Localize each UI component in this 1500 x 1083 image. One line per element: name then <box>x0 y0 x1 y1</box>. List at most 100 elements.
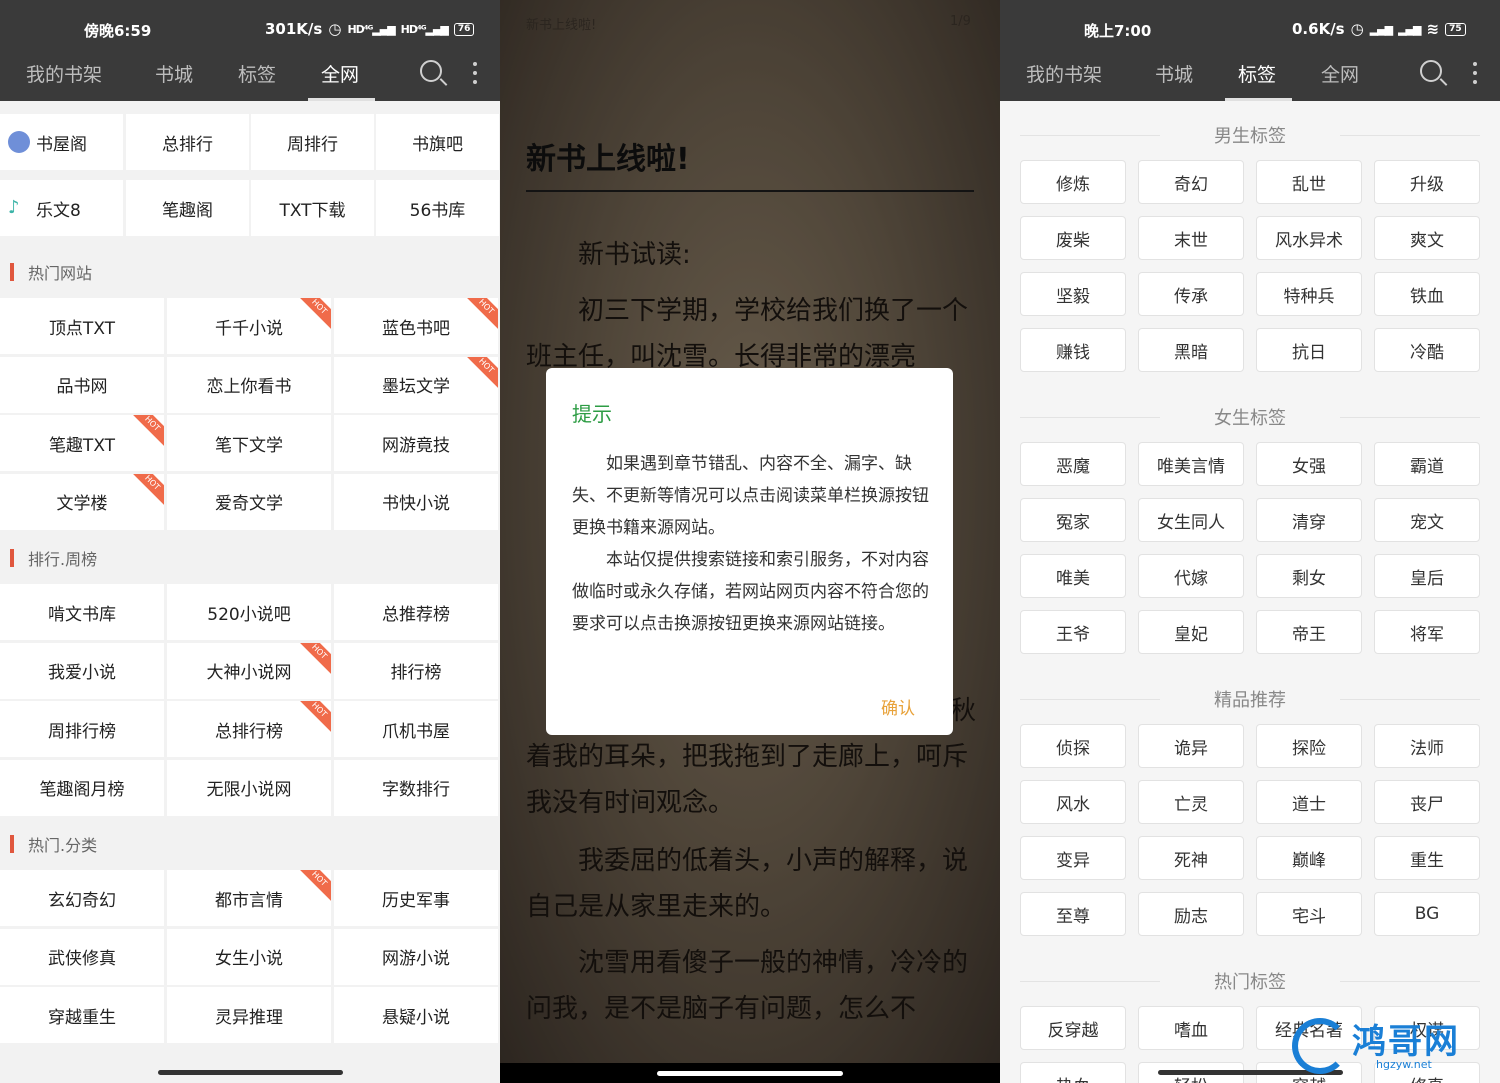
site-cell[interactable]: 我爱小说 <box>0 642 164 699</box>
site-cell[interactable]: 玄幻奇幻 <box>0 870 164 926</box>
tag-chip[interactable]: 丧尸 <box>1374 780 1480 824</box>
site-cell[interactable]: 悬疑小说 <box>334 987 498 1043</box>
tag-chip[interactable]: 冤家 <box>1020 498 1126 542</box>
tag-chip[interactable]: 霸道 <box>1374 442 1480 486</box>
site-cell[interactable]: 网游竟技 <box>334 415 498 471</box>
site-cell[interactable]: 爱奇文学 <box>167 473 331 530</box>
site-cell[interactable]: 周排行榜 <box>0 701 164 757</box>
tab-bookstore[interactable]: 书城 <box>1155 60 1193 87</box>
site-cell[interactable]: 无限小说网 <box>167 759 331 816</box>
site-cell[interactable]: 啃文书库 <box>0 584 164 640</box>
site-1[interactable]: 总排行 <box>126 114 249 170</box>
more-icon[interactable] <box>473 62 477 89</box>
tag-chip[interactable]: 赚钱 <box>1020 328 1126 372</box>
tag-chip[interactable]: 升级 <box>1374 160 1480 204</box>
site-cell[interactable]: 520小说吧 <box>167 584 331 640</box>
site-3[interactable]: 书旗吧 <box>376 114 499 170</box>
site-cell[interactable]: 品书网 <box>0 356 164 413</box>
tag-chip[interactable]: 王爷 <box>1020 610 1126 654</box>
site-4[interactable]: ♪ 乐文8 <box>0 180 123 236</box>
tag-chip[interactable]: 法师 <box>1374 724 1480 768</box>
site-0[interactable]: 书屋阁 <box>0 114 123 170</box>
tag-chip[interactable]: 抗日 <box>1256 328 1362 372</box>
tag-chip[interactable]: 女强 <box>1256 442 1362 486</box>
site-cell[interactable]: 书快小说 <box>334 473 498 530</box>
tag-chip[interactable]: 亡灵 <box>1138 780 1244 824</box>
tag-chip[interactable]: 宠文 <box>1374 498 1480 542</box>
tag-chip[interactable]: 宅斗 <box>1256 892 1362 936</box>
search-icon[interactable] <box>420 60 442 82</box>
site-cell[interactable]: 笔趣阁月榜 <box>0 759 164 816</box>
tag-chip[interactable]: 帝王 <box>1256 610 1362 654</box>
tag-chip[interactable]: 励志 <box>1138 892 1244 936</box>
site-cell[interactable]: 墨坛文学 HOT <box>334 356 498 413</box>
tag-chip[interactable]: 传承 <box>1138 272 1244 316</box>
tag-chip[interactable]: 末世 <box>1138 216 1244 260</box>
site-cell[interactable]: 蓝色书吧 HOT <box>334 298 498 354</box>
tag-chip[interactable]: 冷酷 <box>1374 328 1480 372</box>
site-cell[interactable]: 大神小说网 HOT <box>167 642 331 699</box>
more-icon[interactable] <box>1473 62 1477 89</box>
site-2[interactable]: 周排行 <box>251 114 374 170</box>
site-cell[interactable]: 网游小说 <box>334 928 498 985</box>
site-cell[interactable]: 爪机书屋 <box>334 701 498 757</box>
site-cell[interactable]: 笔趣TXT HOT <box>0 415 164 471</box>
site-cell[interactable]: 顶点TXT <box>0 298 164 354</box>
tag-chip[interactable]: 乱世 <box>1256 160 1362 204</box>
site-cell[interactable]: 总推荐榜 <box>334 584 498 640</box>
tag-chip[interactable]: 女生同人 <box>1138 498 1244 542</box>
site-cell[interactable]: 总排行榜 HOT <box>167 701 331 757</box>
site-cell[interactable]: 千千小说 HOT <box>167 298 331 354</box>
tab-all-web[interactable]: 全网 <box>321 60 359 87</box>
tag-chip[interactable]: 风水 <box>1020 780 1126 824</box>
tab-bookstore[interactable]: 书城 <box>155 60 193 87</box>
tag-chip[interactable]: 清穿 <box>1256 498 1362 542</box>
tag-chip[interactable]: 探险 <box>1256 724 1362 768</box>
site-cell[interactable]: 都市言情 HOT <box>167 870 331 926</box>
tag-chip[interactable]: 坚毅 <box>1020 272 1126 316</box>
site-cell[interactable]: 穿越重生 <box>0 987 164 1043</box>
tag-chip[interactable]: 道士 <box>1256 780 1362 824</box>
tag-chip[interactable]: 黑暗 <box>1138 328 1244 372</box>
tag-chip[interactable]: 至尊 <box>1020 892 1126 936</box>
tag-chip[interactable]: 代嫁 <box>1138 554 1244 598</box>
tag-chip[interactable]: 唯美言情 <box>1138 442 1244 486</box>
tab-bookshelf[interactable]: 我的书架 <box>1026 60 1102 87</box>
tag-chip[interactable]: 巅峰 <box>1256 836 1362 880</box>
site-cell[interactable]: 灵异推理 <box>167 987 331 1043</box>
tag-chip[interactable]: 废柴 <box>1020 216 1126 260</box>
tag-chip[interactable]: 侦探 <box>1020 724 1126 768</box>
confirm-button[interactable]: 确认 <box>881 694 915 719</box>
tag-chip[interactable]: 热血 <box>1020 1062 1126 1083</box>
tag-chip[interactable]: 诡异 <box>1138 724 1244 768</box>
tag-chip[interactable]: 修炼 <box>1020 160 1126 204</box>
tag-chip[interactable]: BG <box>1374 892 1480 936</box>
tag-chip[interactable]: 嗜血 <box>1138 1006 1244 1050</box>
tab-tags[interactable]: 标签 <box>238 60 276 87</box>
site-cell[interactable]: 恋上你看书 <box>167 356 331 413</box>
tag-chip[interactable]: 爽文 <box>1374 216 1480 260</box>
site-6[interactable]: TXT下载 <box>251 180 374 236</box>
site-cell[interactable]: 历史军事 <box>334 870 498 926</box>
site-cell[interactable]: 字数排行 <box>334 759 498 816</box>
tab-all-web[interactable]: 全网 <box>1321 60 1359 87</box>
tag-chip[interactable]: 特种兵 <box>1256 272 1362 316</box>
search-icon[interactable] <box>1420 60 1442 82</box>
tag-chip[interactable]: 皇妃 <box>1138 610 1244 654</box>
site-7[interactable]: 56书库 <box>376 180 499 236</box>
site-cell[interactable]: 排行榜 <box>334 642 498 699</box>
tab-tags[interactable]: 标签 <box>1238 60 1276 87</box>
tag-chip[interactable]: 铁血 <box>1374 272 1480 316</box>
site-cell[interactable]: 武侠修真 <box>0 928 164 985</box>
site-5[interactable]: 笔趣阁 <box>126 180 249 236</box>
tag-chip[interactable]: 恶魔 <box>1020 442 1126 486</box>
site-cell[interactable]: 女生小说 <box>167 928 331 985</box>
tag-chip[interactable]: 将军 <box>1374 610 1480 654</box>
tag-chip[interactable]: 剩女 <box>1256 554 1362 598</box>
tag-chip[interactable]: 唯美 <box>1020 554 1126 598</box>
tag-chip[interactable]: 反穿越 <box>1020 1006 1126 1050</box>
tag-chip[interactable]: 变异 <box>1020 836 1126 880</box>
site-cell[interactable]: 笔下文学 <box>167 415 331 471</box>
site-cell[interactable]: 文学楼 HOT <box>0 473 164 530</box>
tag-chip[interactable]: 奇幻 <box>1138 160 1244 204</box>
